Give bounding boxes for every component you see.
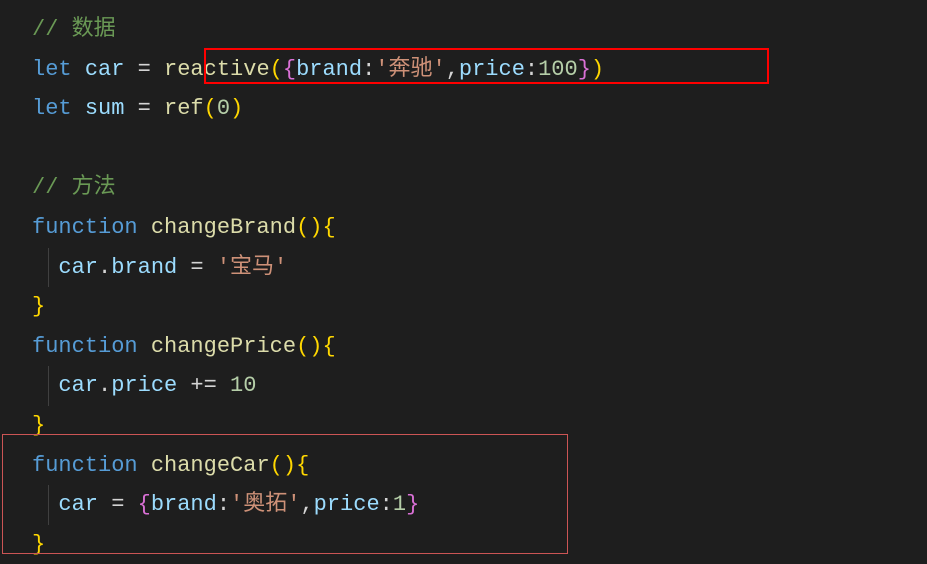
keyword-function: function (32, 215, 138, 240)
code-line-9: function changePrice(){ (8, 327, 927, 367)
code-line-10: car.price += 10 (8, 366, 927, 406)
code-line-3: let sum = ref(0) (8, 89, 927, 129)
function-changecar: changeCar (151, 453, 270, 478)
operator-equals: = (124, 96, 164, 121)
code-line-12: function changeCar(){ (8, 446, 927, 486)
colon: : (525, 57, 538, 82)
indent-guide (48, 366, 49, 406)
open-brace: { (322, 215, 335, 240)
variable-car: car (58, 373, 98, 398)
colon: : (380, 492, 393, 517)
property-brand: brand (296, 57, 362, 82)
keyword-let: let (32, 96, 72, 121)
close-brace: } (406, 492, 419, 517)
close-brace: } (32, 294, 45, 319)
code-line-6: function changeBrand(){ (8, 208, 927, 248)
code-editor[interactable]: // 数据 let car = reactive({brand:'奔驰',pri… (0, 10, 927, 564)
number-value: 0 (217, 96, 230, 121)
parens: () (296, 215, 322, 240)
comma: , (446, 57, 459, 82)
code-line-14: } (8, 525, 927, 564)
colon: : (217, 492, 230, 517)
operator-plus-equals: += (177, 373, 230, 398)
open-paren: ( (270, 57, 283, 82)
code-line-2: let car = reactive({brand:'奔驰',price:100… (8, 50, 927, 90)
property-price: price (314, 492, 380, 517)
close-brace: } (32, 532, 45, 557)
operator-equals: = (124, 57, 164, 82)
variable-sum: sum (85, 96, 125, 121)
string-value: '奔驰' (375, 57, 445, 82)
code-line-13: car = {brand:'奥拓',price:1} (8, 485, 927, 525)
number-value: 1 (393, 492, 406, 517)
colon: : (362, 57, 375, 82)
string-value: '奥拓' (230, 492, 300, 517)
function-reactive: reactive (164, 57, 270, 82)
keyword-let: let (32, 57, 72, 82)
operator-equals: = (98, 492, 138, 517)
keyword-function: function (32, 453, 138, 478)
close-brace: } (32, 413, 45, 438)
comment: // 数据 (32, 17, 116, 42)
code-line-5: // 方法 (8, 168, 927, 208)
parens: () (270, 453, 296, 478)
open-brace: { (138, 492, 151, 517)
open-paren: ( (204, 96, 217, 121)
operator-equals: = (177, 255, 217, 280)
code-line-7: car.brand = '宝马' (8, 248, 927, 288)
property-price: price (111, 373, 177, 398)
number-value: 10 (230, 373, 256, 398)
function-changeprice: changePrice (151, 334, 296, 359)
property-brand: brand (151, 492, 217, 517)
keyword-function: function (32, 334, 138, 359)
property-price: price (459, 57, 525, 82)
close-brace: } (578, 57, 591, 82)
code-line-empty (8, 129, 927, 169)
open-brace: { (322, 334, 335, 359)
dot: . (98, 373, 111, 398)
code-line-8: } (8, 287, 927, 327)
close-paren: ) (230, 96, 243, 121)
property-brand: brand (111, 255, 177, 280)
code-line-11: } (8, 406, 927, 446)
variable-car: car (58, 492, 98, 517)
variable-car: car (58, 255, 98, 280)
function-ref: ref (164, 96, 204, 121)
function-changebrand: changeBrand (151, 215, 296, 240)
variable-car: car (85, 57, 125, 82)
dot: . (98, 255, 111, 280)
number-value: 100 (538, 57, 578, 82)
code-line-1: // 数据 (8, 10, 927, 50)
comment: // 方法 (32, 175, 116, 200)
open-brace: { (296, 453, 309, 478)
indent-guide (48, 485, 49, 525)
parens: () (296, 334, 322, 359)
open-brace: { (283, 57, 296, 82)
comma: , (300, 492, 313, 517)
close-paren: ) (591, 57, 604, 82)
string-value: '宝马' (217, 255, 287, 280)
indent-guide (48, 248, 49, 288)
